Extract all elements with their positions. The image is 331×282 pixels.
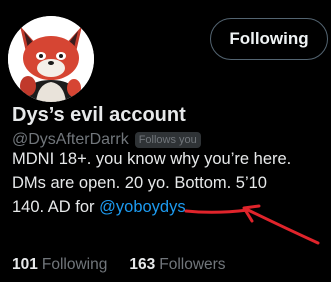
profile-bio: MDNI 18+. you know why you’re here. DMs … <box>12 147 327 219</box>
followers-stat[interactable]: 163 Followers <box>129 256 225 274</box>
bio-highlight-text: Bottom <box>174 174 227 192</box>
follows-you-badge: Follows you <box>134 132 201 148</box>
following-button[interactable]: Following <box>210 18 328 60</box>
follow-stats: 101 Following 163 Followers <box>12 256 226 274</box>
fox-avatar-icon <box>8 16 94 102</box>
avatar[interactable] <box>8 16 94 102</box>
bio-text: DMs are open. 20 yo. <box>12 174 175 192</box>
bio-line: 140. AD for @yoboydys <box>12 195 327 219</box>
display-name: Dys’s evil account <box>12 104 186 126</box>
mention-link[interactable]: @yoboydys <box>99 198 185 216</box>
bio-text: . 5’10 <box>226 174 267 192</box>
bio-line: DMs are open. 20 yo. Bottom. 5’10 <box>12 171 327 195</box>
bio-text: 140. AD for <box>12 198 100 216</box>
following-stat[interactable]: 101 Following <box>12 256 107 274</box>
following-label: Following <box>41 256 108 273</box>
bio-line: MDNI 18+. you know why you’re here. <box>12 147 327 171</box>
followers-label: Followers <box>159 256 226 273</box>
followers-count: 163 <box>129 256 156 273</box>
bio-text: MDNI 18+. you know why you’re here. <box>12 150 292 168</box>
following-count: 101 <box>12 256 38 273</box>
